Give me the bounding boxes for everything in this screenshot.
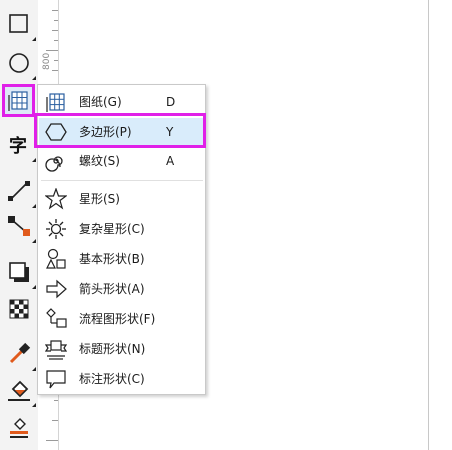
menu-item-arrow-shapes[interactable]: 箭头形状(A) (39, 275, 204, 303)
graph-paper-icon (46, 93, 65, 112)
star-icon (45, 188, 67, 210)
menu-item-basic-shapes[interactable]: 基本形状(B) (39, 245, 204, 273)
flyout-indicator (32, 37, 36, 41)
text-tool[interactable]: 字 (5, 131, 36, 162)
eyedropper-icon (9, 342, 31, 364)
graph-paper-tool[interactable] (5, 87, 33, 115)
flyout-indicator (32, 76, 36, 80)
rectangle-tool[interactable] (5, 10, 36, 41)
menu-item-spiral[interactable]: 螺纹(S) A (39, 147, 204, 175)
connector-tool[interactable] (5, 212, 36, 243)
connector-icon (8, 216, 30, 236)
flyout-indicator (32, 367, 36, 371)
menu-item-complex-star[interactable]: 复杂星形(C) (39, 215, 204, 243)
flyout-indicator (32, 285, 36, 289)
menu-item-label: 复杂星形(C) (79, 222, 145, 236)
menu-item-label: 图纸(G) (79, 95, 122, 109)
ellipse-tool[interactable] (5, 49, 36, 80)
menu-item-label: 标题形状(N) (79, 342, 146, 356)
complex-star-icon (46, 219, 66, 239)
menu-item-callout-shapes[interactable]: 标注形状(C) (39, 365, 204, 393)
line-tool[interactable] (5, 177, 36, 208)
toolbox: 字 (0, 0, 39, 450)
flyout-indicator (32, 158, 36, 162)
flyout-indicator (32, 239, 36, 243)
smart-fill-tool[interactable] (5, 414, 33, 442)
menu-item-label: 标注形状(C) (79, 372, 145, 386)
menu-item-shortcut: A (166, 154, 175, 168)
selection-highlight-frame (34, 113, 206, 148)
arrow-shapes-icon (46, 279, 67, 299)
shadow-icon (9, 262, 29, 282)
page-border (428, 0, 429, 450)
eyedropper-tool[interactable] (5, 340, 36, 371)
line-icon (8, 181, 30, 201)
menu-separator (41, 180, 203, 181)
ruler-label: 800 (42, 52, 52, 70)
fill-tool[interactable] (5, 376, 36, 407)
fill-bucket-icon (8, 380, 30, 401)
graph-paper-icon (8, 91, 28, 111)
callout-shapes-icon (46, 370, 66, 389)
banner-shapes-icon (45, 340, 67, 360)
text-icon: 字 (9, 135, 27, 157)
menu-item-label: 星形(S) (79, 192, 120, 206)
shadow-tool[interactable] (5, 258, 36, 289)
menu-item-shortcut: D (166, 95, 176, 109)
smart-fill-icon (10, 418, 28, 438)
ellipse-icon (9, 53, 29, 73)
svg-text:字: 字 (9, 135, 27, 157)
flyout-indicator (32, 403, 36, 407)
basic-shapes-icon (46, 248, 66, 269)
spiral-icon (45, 156, 63, 172)
flyout-indicator (32, 204, 36, 208)
transparency-tool[interactable] (5, 295, 33, 323)
menu-item-label: 流程图形状(F) (79, 312, 156, 326)
transparency-icon (9, 299, 29, 319)
menu-item-label: 基本形状(B) (79, 252, 145, 266)
menu-item-graph-paper[interactable]: 图纸(G) D (39, 88, 204, 116)
rectangle-icon (9, 14, 28, 33)
flowchart-shapes-icon (46, 308, 67, 328)
menu-item-flowchart-shapes[interactable]: 流程图形状(F) (39, 305, 204, 333)
menu-item-label: 箭头形状(A) (79, 282, 145, 296)
menu-item-banner-shapes[interactable]: 标题形状(N) (39, 335, 204, 363)
menu-item-label: 螺纹(S) (79, 154, 120, 168)
menu-item-star[interactable]: 星形(S) (39, 185, 204, 213)
